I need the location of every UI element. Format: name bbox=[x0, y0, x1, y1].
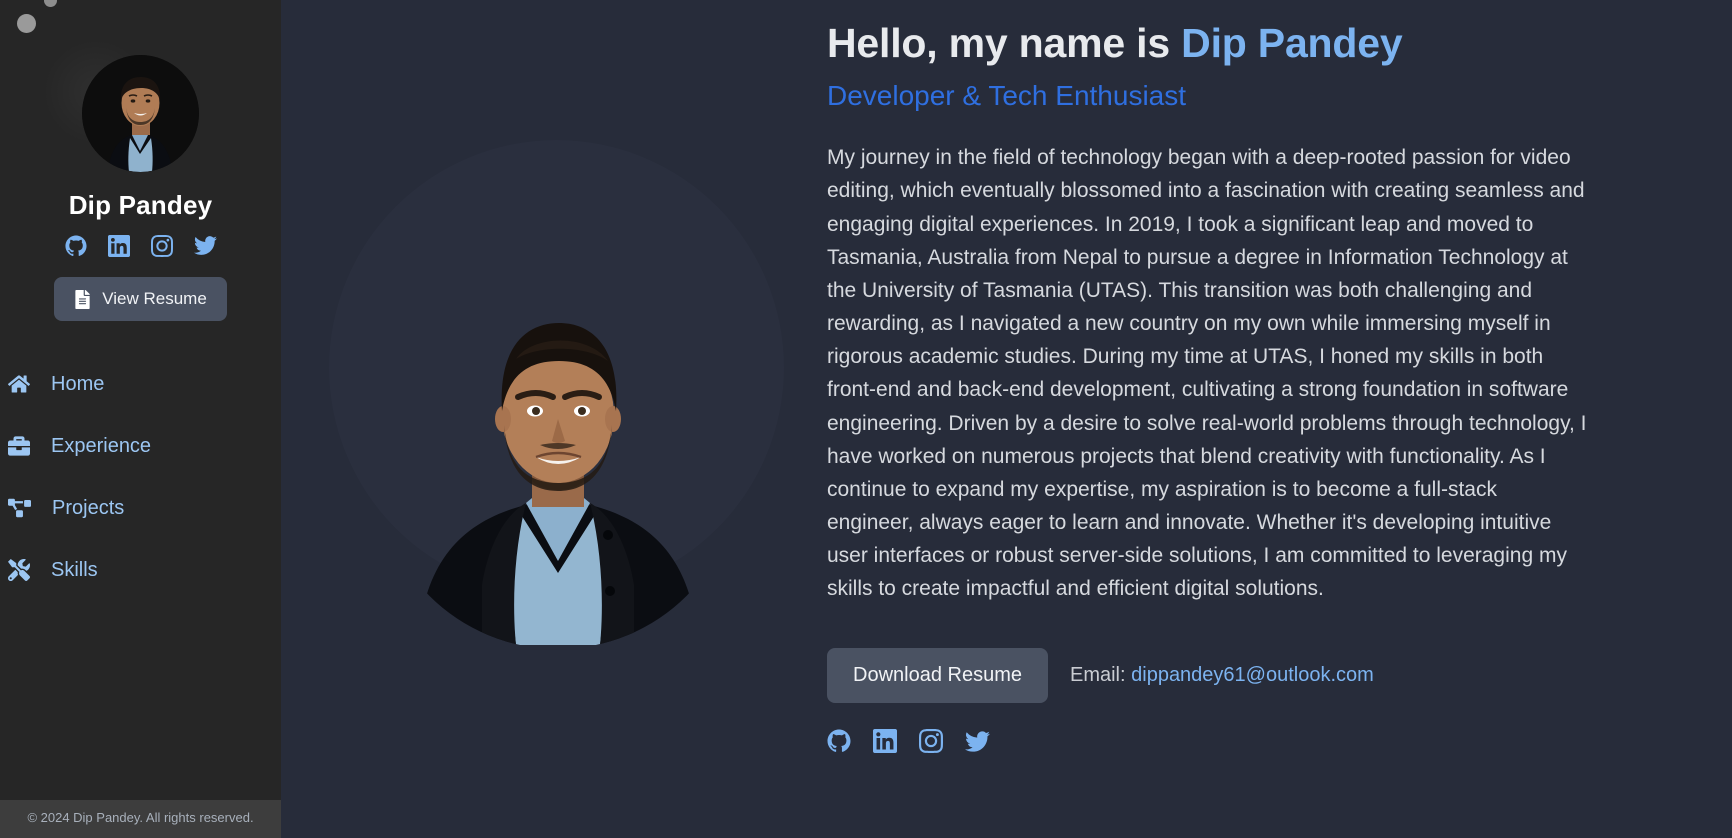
sidebar-item-skills-label: Skills bbox=[51, 559, 98, 581]
sidebar-item-skills[interactable]: Skills bbox=[0, 539, 281, 601]
github-icon bbox=[827, 729, 851, 753]
sidebar-item-home[interactable]: Home bbox=[0, 353, 281, 415]
sidebar-social-github[interactable] bbox=[64, 234, 87, 257]
sidebar: Dip Pandey View Resume Home Experience P… bbox=[0, 0, 281, 838]
decorative-dot-top bbox=[44, 0, 57, 7]
hero-social-linkedin[interactable] bbox=[873, 729, 897, 754]
sidebar-item-home-label: Home bbox=[51, 373, 105, 395]
file-document-icon bbox=[75, 289, 90, 309]
mouse-cursor-dot bbox=[17, 14, 36, 33]
sidebar-social-links bbox=[64, 234, 217, 257]
headline-prefix: Hello, my name is bbox=[827, 20, 1182, 66]
view-resume-button[interactable]: View Resume bbox=[54, 277, 227, 321]
hero-social-links bbox=[827, 729, 1642, 754]
linkedin-icon bbox=[107, 234, 130, 257]
sidebar-footer: © 2024 Dip Pandey. All rights reserved. bbox=[0, 800, 281, 838]
sidebar-nav: Home Experience Projects Skills bbox=[0, 353, 281, 601]
sidebar-name: Dip Pandey bbox=[68, 190, 213, 220]
sidebar-social-twitter[interactable] bbox=[193, 234, 217, 257]
sidebar-social-instagram[interactable] bbox=[150, 234, 173, 257]
sidebar-item-projects-label: Projects bbox=[52, 497, 125, 519]
twitter-icon bbox=[193, 236, 217, 255]
hero-social-twitter[interactable] bbox=[965, 729, 990, 754]
page-subtitle: Developer & Tech Enthusiast bbox=[827, 80, 1187, 112]
hero-social-github[interactable] bbox=[827, 729, 851, 753]
email-line: Email: dippandey61@outlook.com bbox=[1070, 664, 1374, 687]
briefcase-icon bbox=[8, 436, 30, 456]
sidebar-social-linkedin[interactable] bbox=[107, 234, 130, 257]
sidebar-item-experience-label: Experience bbox=[51, 435, 152, 457]
download-resume-button[interactable]: Download Resume bbox=[827, 647, 1048, 703]
page-root: Dip Pandey View Resume Home Experience P… bbox=[0, 0, 1732, 838]
sidebar-item-experience[interactable]: Experience bbox=[0, 415, 281, 477]
cta-row: Download Resume Email: dippandey61@outlo… bbox=[827, 647, 1642, 703]
hero-photo-column bbox=[281, 0, 827, 838]
home-icon bbox=[8, 375, 30, 393]
linkedin-icon bbox=[873, 729, 897, 754]
headline-name: Dip Pandey bbox=[1181, 20, 1403, 66]
bio-paragraph: My journey in the field of technology be… bbox=[827, 146, 1587, 601]
hero-social-instagram[interactable] bbox=[919, 729, 943, 754]
hero-portrait bbox=[418, 323, 698, 645]
email-link[interactable]: dippandey61@outlook.com bbox=[1131, 664, 1374, 686]
sidebar-item-projects[interactable]: Projects bbox=[0, 477, 281, 539]
twitter-icon bbox=[965, 731, 990, 752]
page-title: Hello, my name is Dip Pandey bbox=[827, 18, 1642, 69]
main-content: Hello, my name is Dip Pandey Developer &… bbox=[281, 0, 1732, 838]
project-diagram-icon bbox=[8, 498, 31, 518]
email-label: Email: bbox=[1069, 663, 1126, 686]
hero-text-column: Hello, my name is Dip Pandey Developer &… bbox=[827, 0, 1732, 838]
view-resume-label: View Resume bbox=[102, 289, 207, 308]
avatar bbox=[82, 55, 199, 172]
github-icon bbox=[64, 234, 87, 256]
instagram-icon bbox=[919, 729, 943, 754]
tools-icon bbox=[8, 559, 30, 581]
instagram-icon bbox=[150, 234, 173, 257]
